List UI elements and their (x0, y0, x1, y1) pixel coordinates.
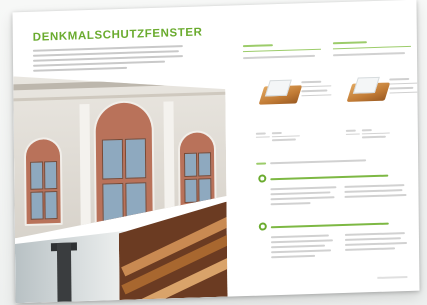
arched-window-center (93, 100, 154, 234)
section-text (270, 239, 333, 243)
detail-line (271, 131, 282, 134)
section-text (270, 202, 311, 205)
window-pane (102, 139, 123, 180)
detail-line (271, 138, 296, 141)
intro-line (33, 66, 128, 72)
detail-line (271, 134, 300, 138)
window-pane (125, 182, 146, 225)
caption-line (345, 132, 360, 135)
spec-line (389, 91, 418, 94)
window-pane (198, 178, 211, 202)
arched-window-right (178, 130, 217, 209)
note-text (270, 159, 367, 164)
spec-list-right (389, 77, 419, 96)
spec-list-left (301, 80, 335, 99)
check-bullet-icon (258, 222, 267, 231)
window-pane (44, 191, 57, 219)
section-text (344, 232, 405, 236)
section-text (345, 247, 396, 251)
caption-line (345, 129, 356, 132)
section-text (270, 186, 337, 190)
section-text (344, 189, 403, 193)
spec-line (301, 93, 332, 97)
spec-line (389, 77, 410, 81)
caption-line (255, 132, 266, 135)
intro-line (33, 60, 166, 67)
window-pane (44, 161, 57, 189)
detail-line (361, 135, 386, 138)
window-pane (198, 152, 211, 176)
section-text (270, 196, 335, 200)
brochure-title: DENKMALSCHUTZFENSTER (32, 26, 203, 44)
spec-line (301, 89, 328, 92)
window-pane (30, 161, 43, 189)
section-text (271, 254, 316, 258)
caption-line (255, 135, 270, 138)
downpipe-photo (15, 231, 126, 303)
sample-detail-right (361, 129, 390, 140)
spec-line (301, 84, 332, 88)
intro-text-block (32, 45, 184, 75)
detail-line (361, 132, 390, 135)
section-text (344, 237, 401, 241)
column-heading-left (242, 44, 273, 47)
wood-profile-photo (119, 202, 228, 300)
pilaster (79, 104, 90, 234)
window-pane (30, 191, 43, 219)
detail-line (361, 129, 372, 131)
section-heading (270, 222, 389, 229)
column-heading-right (332, 41, 367, 44)
pilaster (163, 101, 174, 231)
spec-line (389, 82, 418, 85)
right-page (238, 0, 419, 296)
column-rule (242, 48, 321, 53)
arched-window-left (24, 137, 63, 226)
cornice-line (13, 92, 225, 102)
brochure-page: DENKMALSCHUTZFENSTER (12, 0, 420, 304)
section-text (270, 191, 331, 195)
spec-line (301, 80, 322, 83)
section-text (344, 184, 405, 188)
column-rule (332, 45, 411, 50)
note-label (256, 162, 267, 165)
left-page: DENKMALSCHUTZFENSTER (12, 6, 227, 304)
section-text (344, 194, 407, 198)
column-text (243, 54, 316, 59)
window-profile-sample-left (258, 79, 303, 110)
footer-text (377, 275, 408, 279)
downpipe (57, 243, 72, 304)
section-text (345, 242, 408, 246)
window-pane (184, 153, 197, 177)
window-pane (125, 138, 146, 179)
sample-detail-left (271, 131, 300, 142)
window-pane (184, 179, 197, 203)
window-pane (102, 183, 123, 226)
cornice (13, 78, 225, 91)
check-bullet-icon (258, 174, 267, 183)
sample-caption-right (345, 129, 360, 136)
window-profile-sample-right (346, 76, 391, 108)
spec-line (389, 86, 414, 90)
section-heading (270, 174, 389, 181)
section-text (271, 249, 332, 253)
section-text (270, 234, 329, 238)
section-text (271, 244, 326, 248)
sample-caption-left (255, 132, 270, 139)
column-text (333, 52, 406, 56)
